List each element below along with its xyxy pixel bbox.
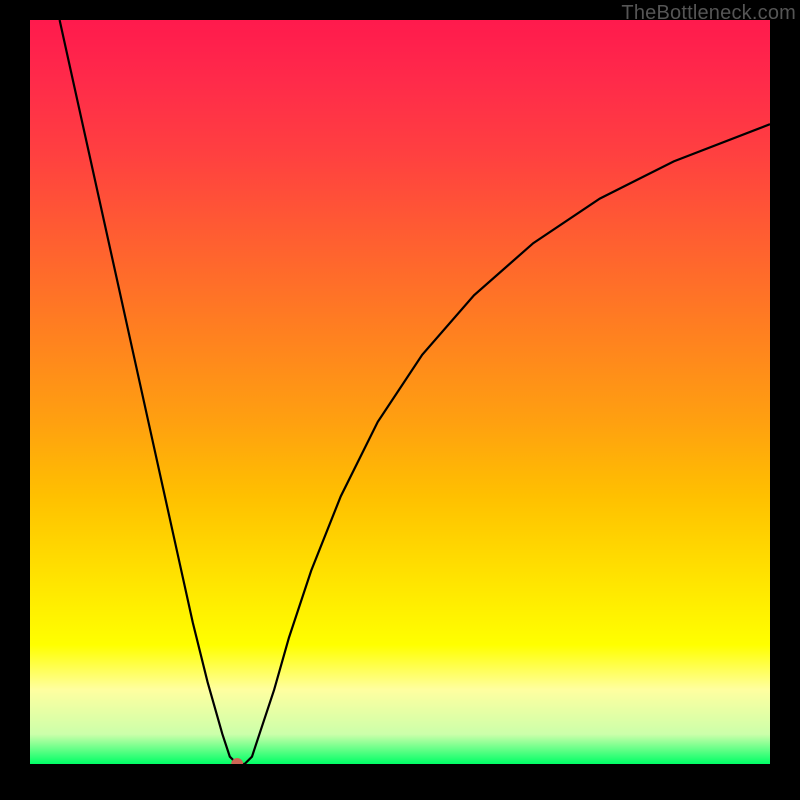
chart-frame: TheBottleneck.com	[0, 0, 800, 800]
plot-area	[30, 20, 770, 764]
watermark-text: TheBottleneck.com	[621, 2, 796, 25]
bottleneck-curve	[60, 20, 770, 764]
curve-svg	[30, 20, 770, 764]
